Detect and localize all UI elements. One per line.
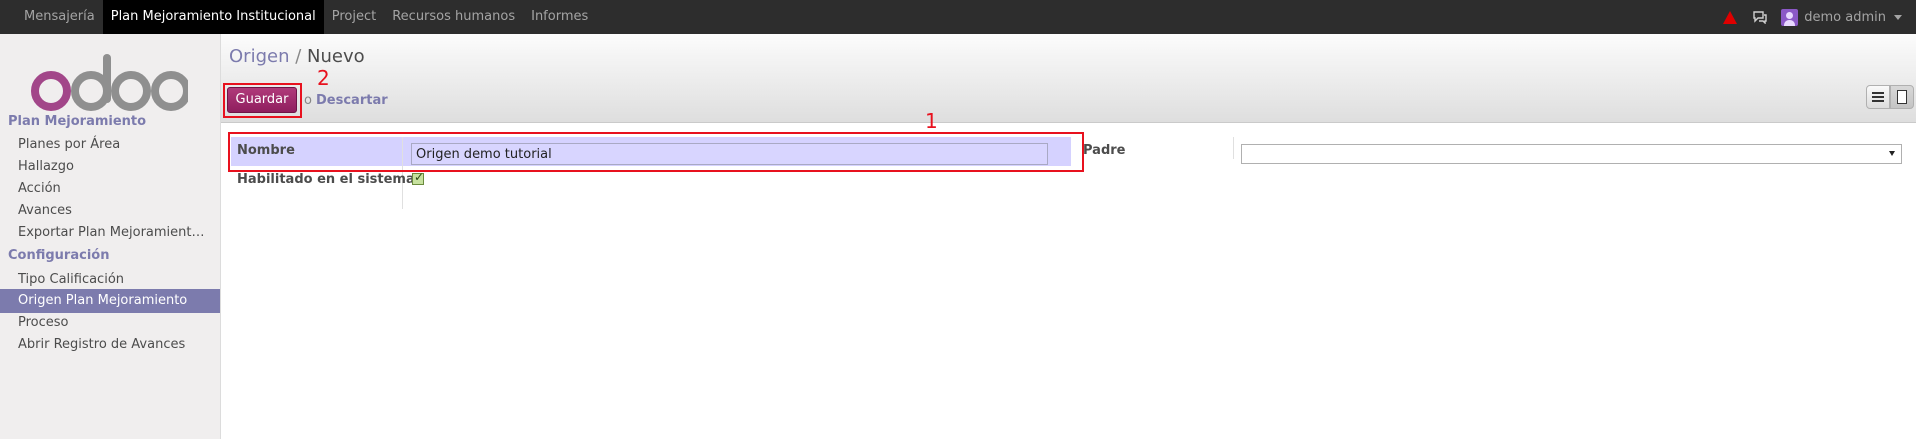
- menu-plan-mejoramiento[interactable]: Plan Mejoramiento Institucional: [102, 0, 324, 34]
- avatar[interactable]: [1781, 8, 1799, 26]
- select-arrow-icon: [1889, 151, 1895, 156]
- section-title-configuracion: Configuración: [8, 248, 110, 263]
- breadcrumb: Origen / Nuevo: [229, 46, 365, 67]
- view-switcher: [1866, 85, 1914, 109]
- chat-icon[interactable]: [1753, 10, 1767, 24]
- menu-informes[interactable]: Informes: [523, 0, 596, 34]
- top-menu-bar: Mensajería Plan Mejoramiento Institucion…: [0, 0, 1916, 34]
- menu-mensajeria[interactable]: Mensajería: [16, 0, 103, 34]
- sidebar-item-exportar[interactable]: Exportar Plan Mejoramient…: [0, 221, 220, 245]
- or-text: o: [304, 93, 312, 108]
- sidebar-item-origen[interactable]: Origen Plan Mejoramiento: [0, 289, 220, 313]
- annotation-number-2: 2: [317, 66, 330, 90]
- sidebar-item-proceso[interactable]: Proceso: [0, 311, 220, 335]
- habilitado-label: Habilitado en el sistema?: [237, 172, 423, 187]
- sidebar-item-abrir-registro[interactable]: Abrir Registro de Avances: [0, 333, 220, 357]
- menu-recursos-humanos[interactable]: Recursos humanos: [384, 0, 523, 34]
- discard-button[interactable]: Descartar: [316, 93, 388, 108]
- warning-icon[interactable]: [1723, 10, 1738, 24]
- sidebar-item-planes[interactable]: Planes por Área: [0, 133, 220, 157]
- check-icon: ✓: [414, 170, 425, 184]
- habilitado-checkbox[interactable]: ✓: [412, 170, 425, 185]
- sidebar-item-avances[interactable]: Avances: [0, 199, 220, 223]
- annotation-box-2: [223, 83, 302, 118]
- form-view-button[interactable]: [1890, 85, 1914, 109]
- chevron-down-icon[interactable]: [1894, 14, 1902, 20]
- section-title-plan: Plan Mejoramiento: [8, 114, 147, 129]
- breadcrumb-current: Nuevo: [307, 46, 365, 67]
- breadcrumb-separator: /: [295, 46, 302, 67]
- form-icon: [1897, 90, 1907, 104]
- sidebar-item-hallazgo[interactable]: Hallazgo: [0, 155, 220, 179]
- sidebar: Plan Mejoramiento Planes por Área Hallaz…: [0, 34, 221, 439]
- user-name[interactable]: demo admin: [1804, 10, 1886, 25]
- list-view-button[interactable]: [1866, 85, 1890, 109]
- list-icon: [1872, 92, 1884, 102]
- padre-select[interactable]: [1241, 144, 1902, 164]
- sidebar-item-accion[interactable]: Acción: [0, 177, 220, 201]
- annotation-box-1: [228, 132, 1084, 172]
- user-area: demo admin: [1723, 0, 1916, 34]
- menu-project[interactable]: Project: [324, 0, 384, 34]
- app-menu: Mensajería Plan Mejoramiento Institucion…: [16, 0, 596, 34]
- form-header: Origen / Nuevo Guardar o Descartar: [221, 34, 1916, 123]
- padre-label: Padre: [1083, 143, 1126, 158]
- padre-divider: [1233, 137, 1234, 159]
- annotation-number-1: 1: [925, 109, 938, 133]
- breadcrumb-parent[interactable]: Origen: [229, 46, 289, 67]
